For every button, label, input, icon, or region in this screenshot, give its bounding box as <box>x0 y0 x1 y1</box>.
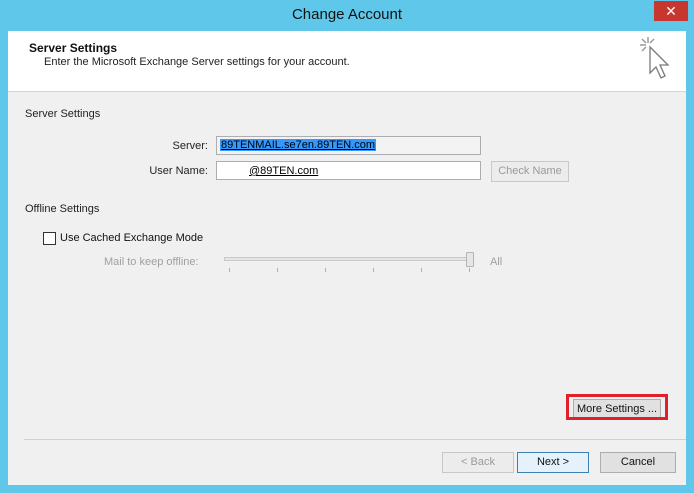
username-field[interactable]: @89TEN.com <box>216 161 481 180</box>
cancel-button[interactable]: Cancel <box>600 452 676 473</box>
close-button[interactable]: ✕ <box>654 1 688 21</box>
server-value: 89TENMAIL.se7en.89TEN.com <box>220 139 377 151</box>
window-title: Change Account <box>291 6 403 23</box>
cached-mode-checkbox[interactable] <box>43 232 56 245</box>
dialog-body: Server Settings Enter the Microsoft Exch… <box>8 31 686 485</box>
header-subtitle: Enter the Microsoft Exchange Server sett… <box>44 56 350 68</box>
back-button[interactable]: < Back <box>442 452 514 473</box>
footer-divider <box>24 439 686 440</box>
offline-settings-section-label: Offline Settings <box>25 203 100 215</box>
username-label: User Name: <box>149 165 208 177</box>
username-value: @89TEN.com <box>249 165 319 177</box>
title-bar[interactable]: Change Account ✕ <box>0 0 694 31</box>
slider-thumb[interactable] <box>466 252 474 267</box>
cursor-click-icon <box>640 37 670 79</box>
next-button[interactable]: Next > <box>517 452 589 473</box>
slider-tick <box>229 268 230 272</box>
close-icon: ✕ <box>665 3 677 19</box>
slider-tick <box>325 268 326 272</box>
slider-tick <box>373 268 374 272</box>
cached-mode-label[interactable]: Use Cached Exchange Mode <box>60 232 203 244</box>
header-title: Server Settings <box>29 41 118 55</box>
mail-offline-label: Mail to keep offline: <box>104 256 199 268</box>
check-name-button[interactable]: Check Name <box>491 161 569 182</box>
slider-tick <box>421 268 422 272</box>
slider-tick <box>277 268 278 272</box>
server-label: Server: <box>172 140 208 152</box>
slider-tick <box>469 268 470 272</box>
server-field[interactable]: 89TENMAIL.se7en.89TEN.com <box>216 136 481 155</box>
highlight-box <box>566 394 668 420</box>
mail-offline-slider[interactable] <box>224 257 474 261</box>
change-account-window: Change Account ✕ Server Settings Enter t… <box>0 0 694 493</box>
slider-value-label: All <box>490 256 503 268</box>
server-settings-section-label: Server Settings <box>25 108 101 120</box>
dialog-header: Server Settings Enter the Microsoft Exch… <box>8 31 686 92</box>
